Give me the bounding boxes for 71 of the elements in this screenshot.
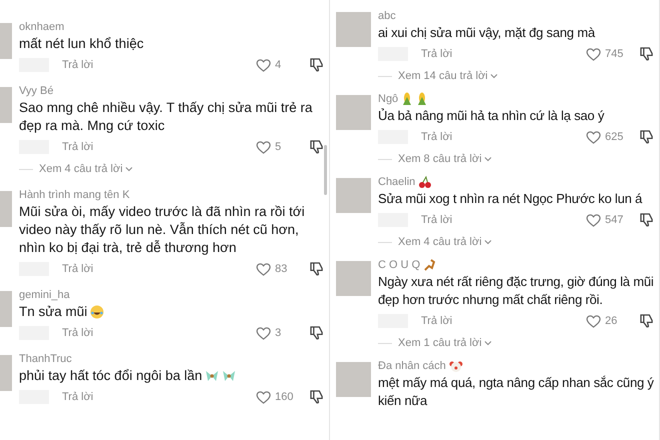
username[interactable]: C O U Q (378, 257, 420, 273)
like-count: 83 (275, 262, 288, 277)
chevron-down-icon (124, 166, 133, 172)
comment-text: Ủa bả nâng mũi hả ta nhìn cứ là lạ sao ý (378, 108, 604, 123)
thumbs-down-icon[interactable] (640, 130, 653, 144)
thumbs-down-icon[interactable] (310, 58, 323, 72)
comment-text: Sửa mũi xog t nhìn ra nét Ngọc Phước ko lun á (378, 191, 642, 206)
username[interactable]: Hành trình mang tên K (19, 187, 130, 203)
reply-button[interactable]: Trả lời (62, 56, 94, 74)
thumbs-down-icon[interactable] (310, 262, 323, 276)
heart-icon[interactable] (256, 140, 271, 154)
username[interactable]: Vyy Bé (19, 83, 54, 99)
username[interactable]: gemini_ha (19, 287, 70, 303)
username[interactable]: oknhaem (19, 19, 64, 35)
chevron-down-icon (484, 340, 492, 346)
reply-button[interactable]: Trả lời (62, 388, 94, 406)
corn-icon (416, 92, 428, 106)
heart-icon[interactable] (256, 326, 271, 340)
comment-text: ai xui chị sửa mũi vậy, mặt đg sang mà (378, 25, 595, 40)
view-replies-button[interactable]: Xem 14 câu trả lời (398, 68, 498, 84)
view-replies-button[interactable]: Xem 1 câu trả lời (398, 334, 492, 352)
chevron-down-icon (490, 73, 498, 79)
like-count: 26 (605, 314, 618, 329)
heart-icon[interactable] (256, 262, 271, 276)
thumbs-down-icon[interactable] (640, 47, 653, 61)
username[interactable]: abc (378, 8, 396, 24)
view-replies-button[interactable]: Xem 8 câu trả lời (398, 150, 492, 168)
comment-text: Sao mng chê nhiều vậy. T thấy chị sửa mũi trẻ ra đẹp ra mà. Mng cứ toxic (19, 100, 312, 133)
scrollbar[interactable] (324, 145, 327, 195)
like-count: 745 (605, 46, 624, 62)
reply-button[interactable]: Trả lời (421, 312, 452, 330)
laughing-face-icon (90, 304, 104, 319)
thumbs-down-icon[interactable] (640, 314, 653, 328)
like-count: 3 (275, 326, 282, 341)
reply-button[interactable]: Trả lời (421, 212, 452, 228)
comment-text: phủi tay hất tóc đổi ngôi ba lần (19, 368, 202, 383)
comment-text: mệt mấy má quá, ngta nâng cấp nhan sắc cũng ý kiến nữa (378, 375, 654, 408)
heart-icon[interactable] (586, 48, 601, 60)
like-count: 625 (605, 130, 624, 145)
thumbs-down-icon[interactable] (310, 326, 323, 340)
heart-icon[interactable] (586, 214, 601, 226)
comment-text: mất nét lun khổ thiệc (19, 36, 144, 51)
heart-icon[interactable] (586, 130, 601, 144)
like-count: 160 (275, 390, 294, 405)
username[interactable]: Chaelin (378, 174, 416, 190)
reply-button[interactable]: Trả lời (62, 260, 94, 278)
comment-text: Mũi sửa òi, mấy video trước là đã nhìn ra rồi tới video này thấy rõ lun nè. Vẫn thích nét cũ hơn, nhìn ko bị đại trà, trẻ dễ thương hơn (19, 204, 305, 255)
view-replies-button[interactable]: Xem 4 câu trả lời (39, 160, 133, 178)
like-count: 547 (605, 212, 624, 228)
thumbs-down-icon[interactable] (310, 390, 323, 404)
username[interactable]: Đa nhân cách (378, 358, 446, 374)
heart-icon[interactable] (256, 58, 271, 72)
reply-button[interactable]: Trả lời (62, 324, 94, 342)
thumbs-down-icon[interactable] (640, 213, 653, 227)
comment-text: Ngày xưa nét rất riêng đặc trưng, giờ đúng là mũi đẹp hơn trước nhưng mất chất riêng rồi. (378, 274, 654, 307)
like-count: 4 (275, 58, 282, 73)
heart-icon[interactable] (586, 314, 601, 328)
chevron-down-icon (484, 156, 492, 162)
reply-button[interactable]: Trả lời (62, 138, 94, 156)
username[interactable]: Ngô (378, 91, 398, 107)
comment-text: Tn sửa mũi (19, 304, 88, 319)
reply-button[interactable]: Trả lời (421, 46, 452, 62)
username[interactable]: ThanhTruc (19, 351, 72, 367)
corn-icon (401, 92, 414, 106)
thumbs-down-icon[interactable] (310, 140, 323, 154)
cherry-icon (418, 175, 432, 189)
view-replies-button[interactable]: Xem 4 câu trả lời (398, 234, 492, 250)
chevron-down-icon (484, 239, 492, 245)
reply-button[interactable]: Trả lời (421, 128, 452, 146)
like-count: 5 (275, 140, 282, 155)
heart-icon[interactable] (256, 390, 271, 404)
